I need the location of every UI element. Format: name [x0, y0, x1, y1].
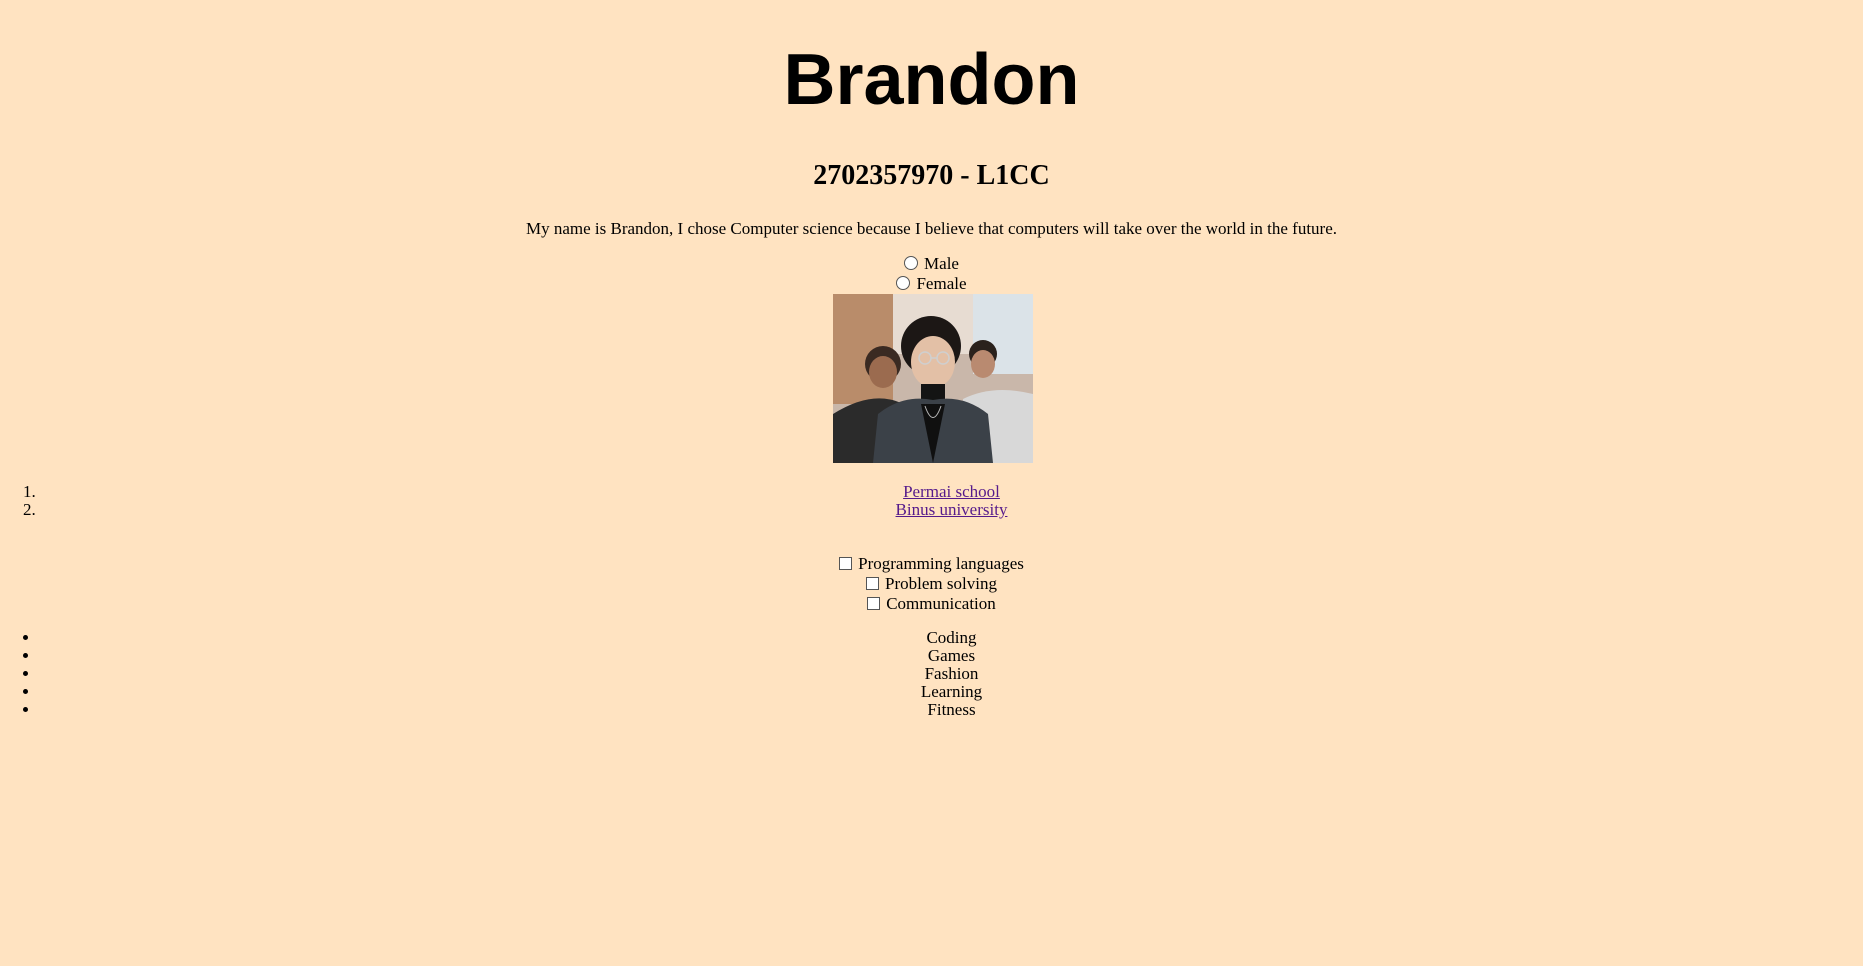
list-item: Coding — [40, 629, 1863, 647]
intro-paragraph: My name is Brandon, I chose Computer sci… — [525, 219, 1338, 238]
problem-solving-label: Problem solving — [885, 574, 997, 593]
list-item: Learning — [40, 683, 1863, 701]
education-link-permai[interactable]: Permai school — [903, 482, 1000, 501]
communication-checkbox[interactable] — [867, 597, 881, 610]
programming-label: Programming languages — [858, 554, 1024, 573]
list-item: Fashion — [40, 665, 1863, 683]
education-list: Permai school Binus university — [0, 483, 1863, 519]
student-id-heading: 2702357970 - L1CC — [813, 160, 1050, 191]
profile-page: Brandon 2702357970 - L1CC My name is Bra… — [0, 0, 1863, 966]
education-link-binus[interactable]: Binus university — [896, 500, 1008, 519]
list-item: Binus university — [40, 501, 1863, 519]
female-radio[interactable] — [896, 276, 911, 290]
skill-option-problem-solving[interactable]: Problem solving — [0, 574, 1863, 594]
communication-label: Communication — [886, 594, 996, 613]
profile-photo — [833, 294, 1033, 463]
list-item: Fitness — [40, 701, 1863, 719]
programming-checkbox[interactable] — [839, 557, 853, 570]
gender-option-male[interactable]: Male — [0, 254, 1863, 274]
problem-solving-checkbox[interactable] — [866, 577, 880, 590]
male-radio[interactable] — [904, 256, 919, 270]
female-label: Female — [916, 274, 967, 293]
gender-option-female[interactable]: Female — [0, 274, 1863, 294]
list-item: Games — [40, 647, 1863, 665]
skill-option-communication[interactable]: Communication — [0, 594, 1863, 614]
male-label: Male — [924, 254, 959, 273]
hobbies-list: Coding Games Fashion Learning Fitness — [0, 629, 1863, 719]
page-title: Brandon — [783, 40, 1080, 120]
skill-option-programming[interactable]: Programming languages — [0, 554, 1863, 574]
list-item: Permai school — [40, 483, 1863, 501]
